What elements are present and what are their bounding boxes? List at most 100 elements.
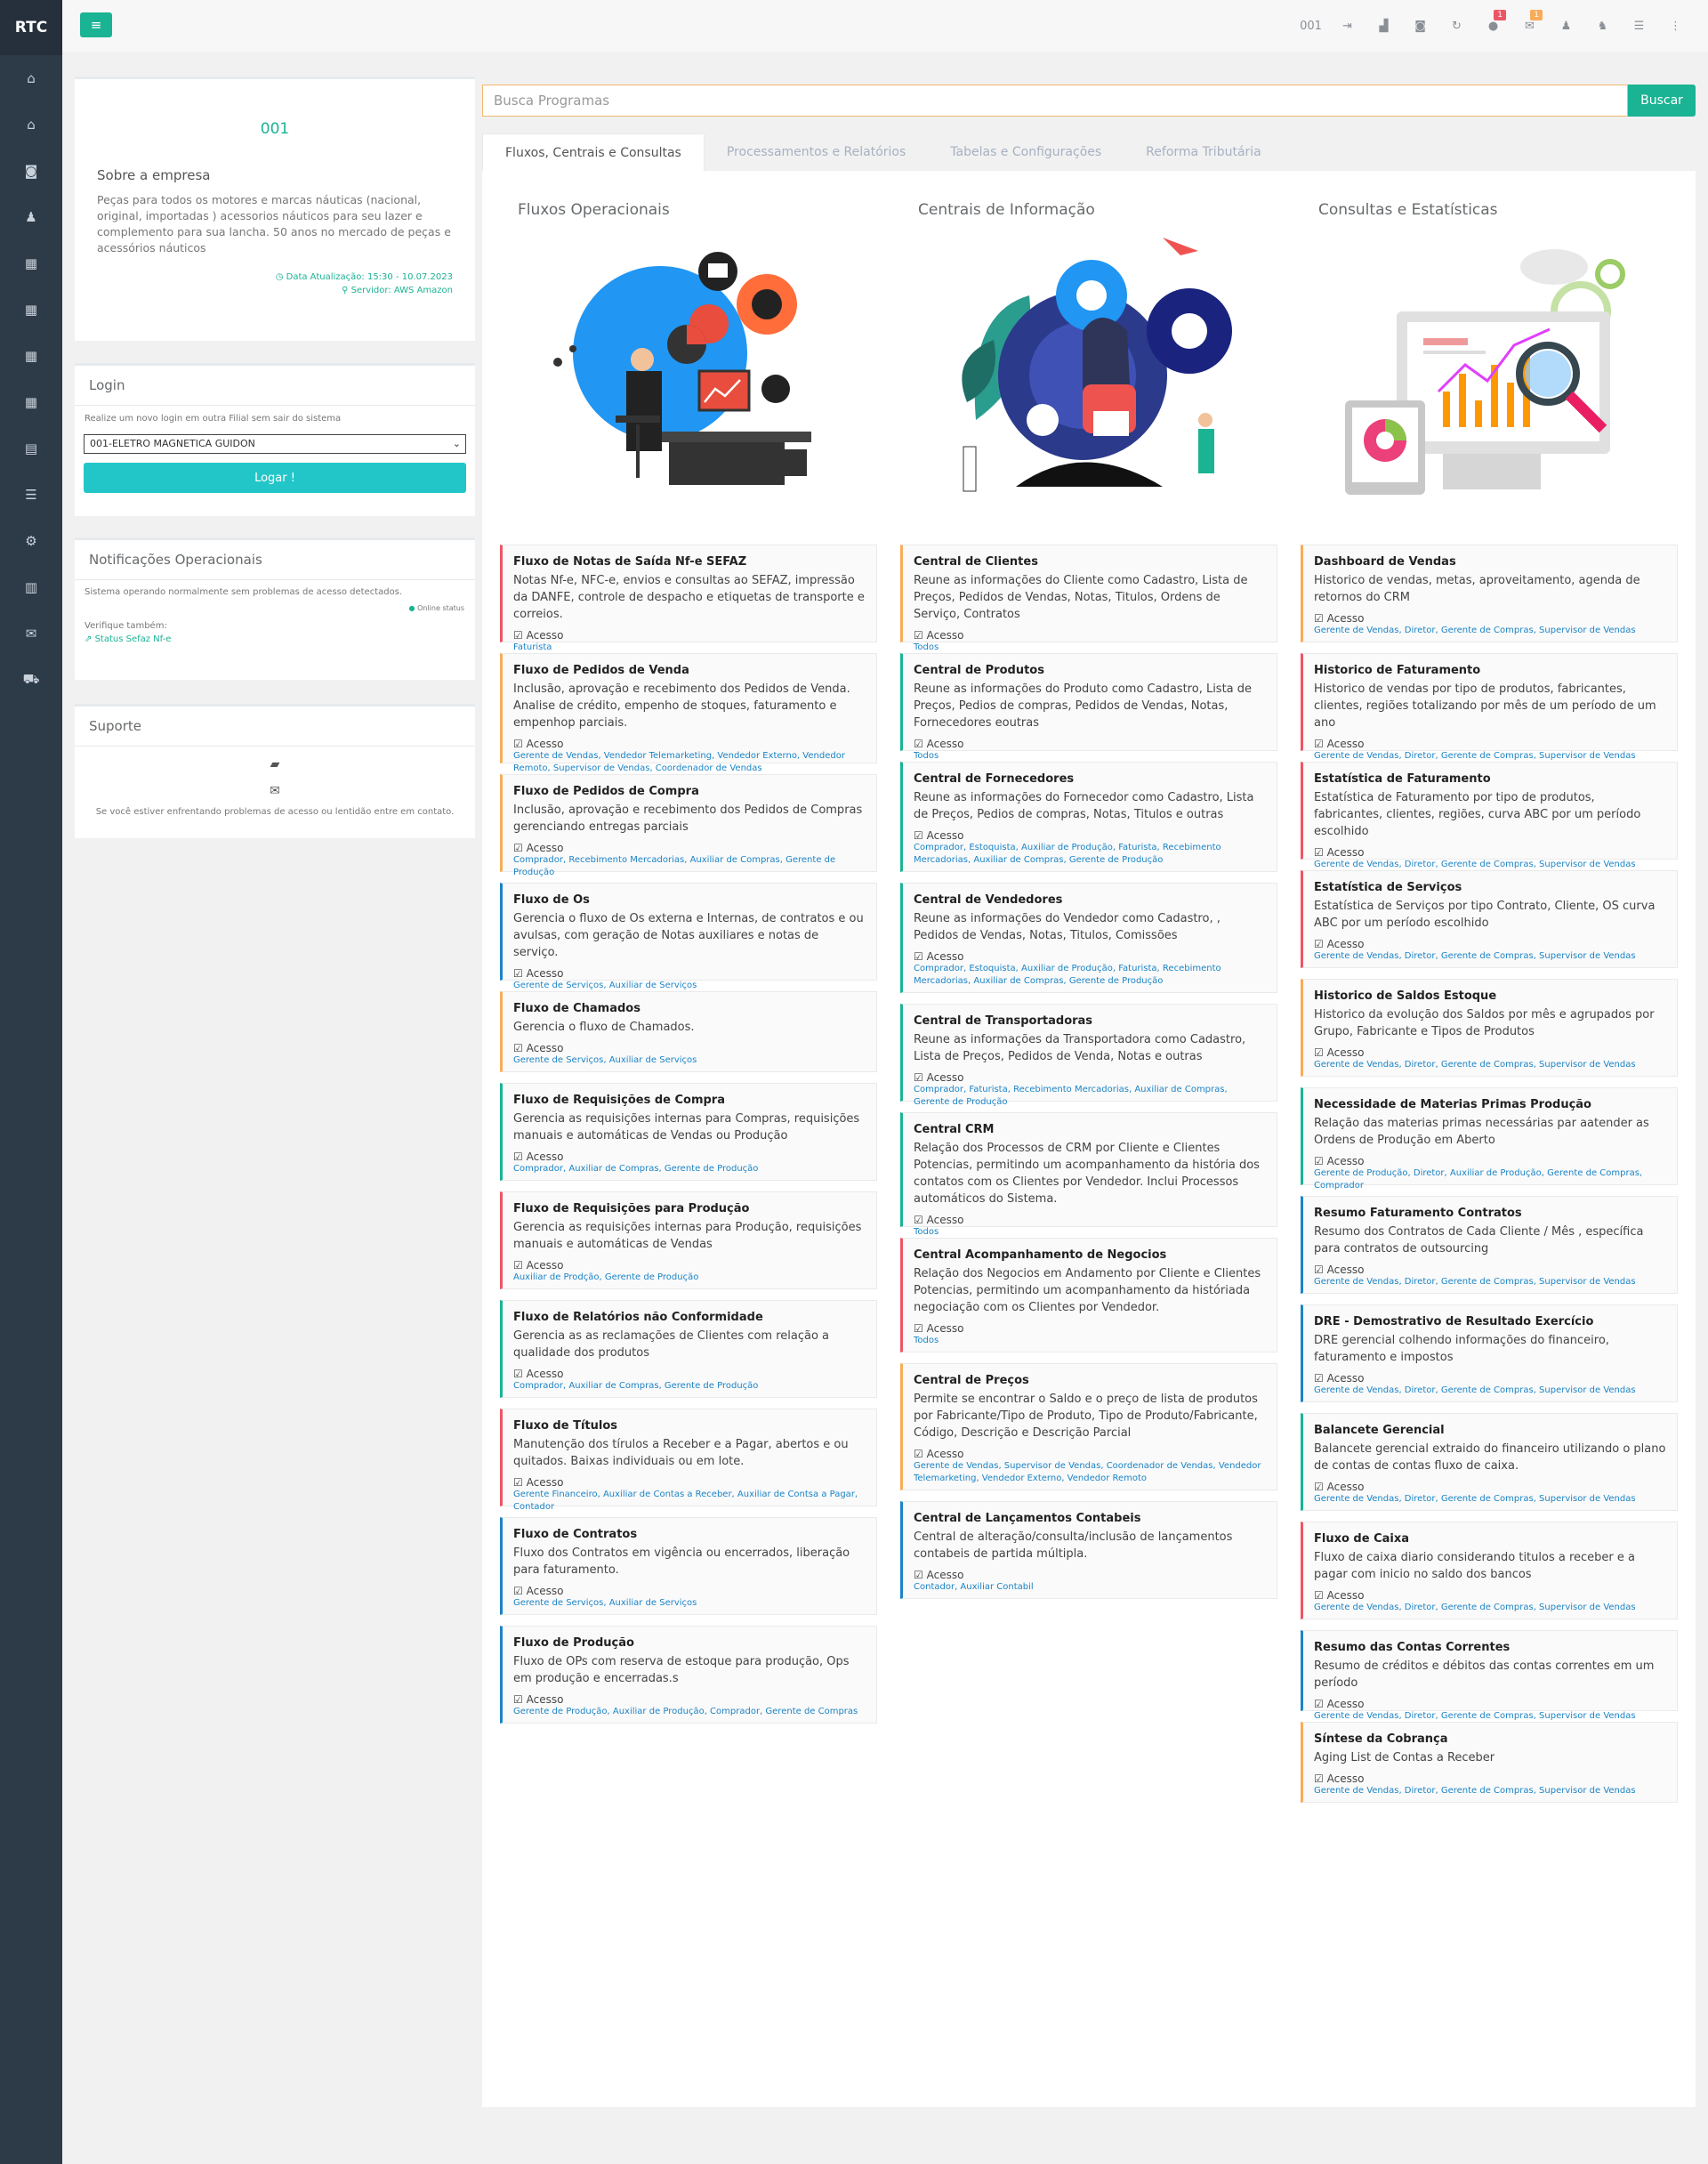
program-card[interactable]: Fluxo de Chamados Gerencia o fluxo de Cha…	[500, 991, 877, 1072]
program-card[interactable]: Fluxo de Títulos Manutenção dos tírulos a…	[500, 1409, 877, 1512]
sidebar-item-2[interactable]: ⌂	[0, 101, 62, 148]
access-link[interactable]: ☑ Acesso	[1314, 938, 1666, 950]
chart-area-icon[interactable]: ▟	[1366, 20, 1402, 33]
program-card[interactable]: Central CRM Relação dos Processos de CRM …	[900, 1112, 1277, 1237]
access-link[interactable]: ☑ Acesso	[1314, 738, 1666, 750]
sidebar-item-7[interactable]: ▦	[0, 333, 62, 379]
program-card[interactable]: Balancete Gerencial Balancete gerencial e…	[1301, 1413, 1678, 1511]
program-card[interactable]: Resumo das Contas Correntes Resumo de cré…	[1301, 1630, 1678, 1721]
sidebar-item-13[interactable]: ✉	[0, 610, 62, 657]
program-card[interactable]: Necessidade de Materias Primas Produção R…	[1301, 1087, 1678, 1191]
access-link[interactable]: ☑ Acesso	[1314, 1772, 1666, 1785]
access-link[interactable]: ☑ Acesso	[1314, 1155, 1666, 1167]
user-icon[interactable]: ♟	[1548, 20, 1584, 33]
access-link[interactable]: ☑ Acesso	[914, 1448, 1266, 1460]
program-card[interactable]: Fluxo de Pedidos de Venda Inclusão, aprov…	[500, 653, 877, 773]
sidebar-item-14[interactable]: ⛟	[0, 657, 62, 703]
program-card[interactable]: Fluxo de Produção Fluxo de OPs com reserv…	[500, 1626, 877, 1724]
sidebar-item-1[interactable]: ⌂	[0, 55, 62, 101]
program-card[interactable]: Dashboard de Vendas Historico de vendas, …	[1301, 545, 1678, 642]
program-card[interactable]: Fluxo de Requisições para Produção Gerenc…	[500, 1191, 877, 1289]
access-link[interactable]: ☑ Acesso	[513, 1259, 866, 1272]
access-link[interactable]: ☑ Acesso	[1314, 1264, 1666, 1276]
program-card[interactable]: DRE - Demostrativo de Resultado Exercíci…	[1301, 1304, 1678, 1402]
program-card[interactable]: Central de Fornecedores Reune as informaç…	[900, 762, 1277, 872]
access-link[interactable]: ☑ Acesso	[513, 1693, 866, 1706]
program-card[interactable]: Central de Vendedores Reune as informaçõe…	[900, 883, 1277, 993]
access-link[interactable]: ☑ Acesso	[513, 1585, 866, 1597]
program-card[interactable]: Fluxo de Requisições de Compra Gerencia a…	[500, 1083, 877, 1181]
branch-select[interactable]: 001-ELETRO MAGNETICA GUIDON ⌄	[84, 434, 466, 454]
program-card[interactable]: Central de Preços Permite se encontrar o …	[900, 1363, 1277, 1490]
access-link[interactable]: ☑ Acesso	[1314, 1372, 1666, 1385]
program-card[interactable]: Fluxo de Os Gerencia o fluxo de Os extern…	[500, 883, 877, 990]
sidebar-item-9[interactable]: ▤	[0, 425, 62, 472]
envelope-icon[interactable]: ✉	[75, 784, 475, 798]
access-link[interactable]: ☑ Acesso	[513, 1151, 866, 1163]
access-link[interactable]: ☑ Acesso	[914, 829, 1266, 842]
access-link[interactable]: ☑ Acesso	[914, 950, 1266, 963]
tab-4[interactable]: Reforma Tributária	[1124, 133, 1284, 172]
program-card[interactable]: Fluxo de Relatórios não Conformidade Gere…	[500, 1300, 877, 1398]
refresh-icon[interactable]: ↻	[1438, 20, 1475, 33]
program-card[interactable]: Fluxo de Notas de Saída Nf-e SEFAZ Notas …	[500, 545, 877, 652]
program-card[interactable]: Estatística de Serviços Estatística de Se…	[1301, 870, 1678, 968]
access-link[interactable]: ☑ Acesso	[513, 1476, 866, 1489]
access-link[interactable]: ☑ Acesso	[914, 738, 1266, 750]
sidebar-item-12[interactable]: ▥	[0, 564, 62, 610]
search-button[interactable]: Buscar	[1628, 85, 1696, 117]
menu-toggle-button[interactable]: ≡	[80, 12, 112, 37]
access-link[interactable]: ☑ Acesso	[1314, 612, 1666, 625]
camera-icon[interactable]: ◙	[1402, 20, 1438, 33]
access-link[interactable]: ☑ Acesso	[513, 1368, 866, 1380]
program-card[interactable]: Central de Produtos Reune as informações …	[900, 653, 1277, 761]
list-icon[interactable]: ☰	[1621, 20, 1657, 33]
sidebar-item-10[interactable]: ☰	[0, 472, 62, 518]
access-link[interactable]: ☑ Acesso	[1314, 1046, 1666, 1059]
access-link[interactable]: ☑ Acesso	[513, 629, 866, 642]
access-link[interactable]: ☑ Acesso	[914, 1569, 1266, 1581]
brand-logo[interactable]: RTC	[0, 0, 62, 55]
access-link[interactable]: ☑ Acesso	[513, 738, 866, 750]
sidebar-item-6[interactable]: ▦	[0, 287, 62, 333]
envelope-icon[interactable]: ✉ 1	[1511, 9, 1548, 33]
access-link[interactable]: ☑ Acesso	[1314, 1589, 1666, 1602]
access-link[interactable]: ☑ Acesso	[914, 629, 1266, 642]
program-card[interactable]: Central de Lançamentos Contabeis Central …	[900, 1501, 1277, 1599]
tab-2[interactable]: Processamentos e Relatórios	[705, 133, 928, 172]
more-icon[interactable]: ⋮	[1657, 20, 1694, 33]
tab-1[interactable]: Fluxos, Centrais e Consultas	[482, 133, 705, 172]
sidebar-item-4[interactable]: ♟	[0, 194, 62, 240]
program-card[interactable]: Fluxo de Caixa Fluxo de caixa diario cons…	[1301, 1522, 1678, 1619]
sidebar-item-8[interactable]: ▦	[0, 379, 62, 425]
program-card[interactable]: Síntese da Cobrança Aging List de Contas …	[1301, 1722, 1678, 1803]
program-card[interactable]: Historico de Faturamento Historico de ven…	[1301, 653, 1678, 761]
sidebar-item-11[interactable]: ⚙	[0, 518, 62, 564]
signout-icon[interactable]: ⇥	[1329, 20, 1366, 33]
program-card[interactable]: Fluxo de Contratos Fluxo dos Contratos em…	[500, 1517, 877, 1615]
login-button[interactable]: Logar !	[84, 463, 466, 493]
access-link[interactable]: ☑ Acesso	[914, 1071, 1266, 1084]
access-link[interactable]: ☑ Acesso	[513, 1042, 866, 1054]
access-link[interactable]: ☑ Acesso	[914, 1322, 1266, 1335]
sefaz-status-link[interactable]: ⇗ Status Sefaz Nf-e	[85, 633, 465, 646]
access-link[interactable]: ☑ Acesso	[513, 967, 866, 980]
access-link[interactable]: ☑ Acesso	[513, 842, 866, 854]
users-icon[interactable]: ♞	[1584, 20, 1621, 33]
access-link[interactable]: ☑ Acesso	[1314, 1698, 1666, 1710]
sidebar-item-3[interactable]: ◙	[0, 148, 62, 194]
tab-3[interactable]: Tabelas e Configurações	[928, 133, 1124, 172]
program-card[interactable]: Central de Clientes Reune as informações …	[900, 545, 1277, 652]
access-link[interactable]: ☑ Acesso	[1314, 1481, 1666, 1493]
program-card[interactable]: Fluxo de Pedidos de Compra Inclusão, apro…	[500, 774, 877, 877]
comments-icon[interactable]: ● 1	[1475, 9, 1511, 33]
program-card[interactable]: Resumo Faturamento Contratos Resumo dos C…	[1301, 1196, 1678, 1294]
program-card[interactable]: Central Acompanhamento de Negocios Relaçã…	[900, 1238, 1277, 1352]
comments-icon[interactable]: ▰	[75, 757, 475, 771]
program-card[interactable]: Estatística de Faturamento Estatística de…	[1301, 762, 1678, 869]
access-link[interactable]: ☑ Acesso	[1314, 846, 1666, 859]
access-link[interactable]: ☑ Acesso	[914, 1214, 1266, 1226]
search-input[interactable]: Busca Programas	[482, 85, 1628, 117]
program-card[interactable]: Central de Transportadoras Reune as infor…	[900, 1004, 1277, 1107]
sidebar-item-5[interactable]: ▦	[0, 240, 62, 287]
